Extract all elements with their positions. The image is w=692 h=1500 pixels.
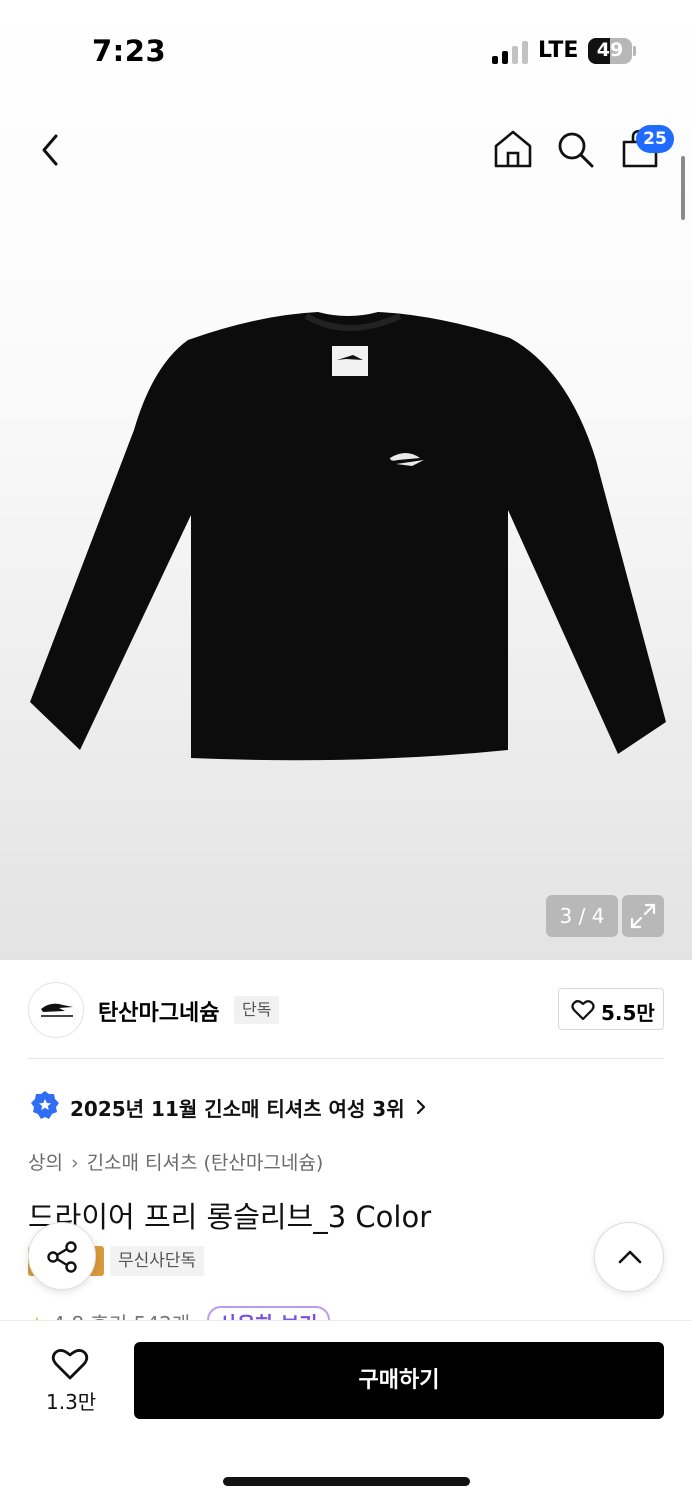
gift-pill[interactable]: 사은하 보기 [206, 1306, 330, 1320]
breadcrumb-separator-icon: › [70, 1152, 79, 1174]
product-detail-page: 7:23 LTE 49 25 3 / 4 탄산마그네슘 단독 5.5만 2025… [0, 0, 692, 1500]
status-bar: 7:23 LTE 49 [0, 0, 692, 100]
brand-like-count: 5.5만 [601, 1001, 655, 1025]
brand-like-button[interactable]: 5.5만 [558, 988, 664, 1030]
wish-count: 1.3만 [46, 1390, 97, 1414]
status-time: 7:23 [92, 34, 167, 68]
battery-icon: 49 [588, 38, 632, 64]
exclusive-tag: 단독 [234, 996, 280, 1024]
shirt-label [332, 346, 368, 376]
share-icon [47, 1241, 77, 1273]
cart-count-badge: 25 [636, 125, 674, 153]
expand-icon [630, 903, 656, 929]
battery-percent: 49 [596, 39, 624, 61]
ranking-link[interactable]: 2025년 11월 긴소매 티셔츠 여성 3위 [70, 1093, 405, 1122]
product-image [30, 312, 666, 761]
buy-button[interactable]: 구매하기 [134, 1342, 664, 1419]
star-icon: ★ [28, 1312, 46, 1320]
expand-button[interactable] [622, 895, 664, 937]
brand-name[interactable]: 탄산마그네슘 [98, 995, 219, 1027]
home-icon[interactable] [492, 128, 534, 170]
product-title: 드라이어 프리 롱슬리브_3 Color [28, 1200, 432, 1234]
chevron-left-icon[interactable] [34, 130, 70, 170]
divider [28, 1058, 664, 1059]
network-label: LTE [538, 38, 579, 63]
musinsa-exclusive-tag: 무신사단독 [110, 1246, 205, 1276]
brand-logo[interactable] [28, 982, 84, 1038]
rating-row[interactable]: ★ 4.8 후기 542개 사은하 보기 [28, 1306, 428, 1320]
breadcrumb-subcategory[interactable]: 긴소매 티셔츠 (탄산마그네슘) [87, 1152, 324, 1174]
review-count[interactable]: 후기 542개 [90, 1312, 190, 1320]
scroll-top-button[interactable] [594, 1222, 664, 1292]
search-icon[interactable] [556, 130, 596, 170]
image-counter: 3 / 4 [546, 895, 618, 937]
chevron-up-icon [618, 1250, 642, 1264]
scroll-indicator [681, 156, 685, 220]
signal-icon [492, 40, 528, 64]
heart-icon[interactable] [50, 1346, 90, 1382]
breadcrumb-category[interactable]: 상의 [28, 1152, 63, 1174]
brand-logo-mark [41, 1003, 73, 1017]
battery-cap [633, 46, 636, 56]
shirt-shape [30, 312, 666, 761]
ranking-badge-icon [31, 1091, 59, 1119]
home-indicator [223, 1477, 470, 1486]
share-button[interactable] [28, 1222, 96, 1290]
rating-score: 4.8 [52, 1312, 84, 1320]
heart-icon [571, 1000, 595, 1021]
chevron-right-icon [416, 1099, 426, 1115]
breadcrumb: 상의 › 긴소매 티셔츠 (탄산마그네슘) [28, 1148, 323, 1175]
